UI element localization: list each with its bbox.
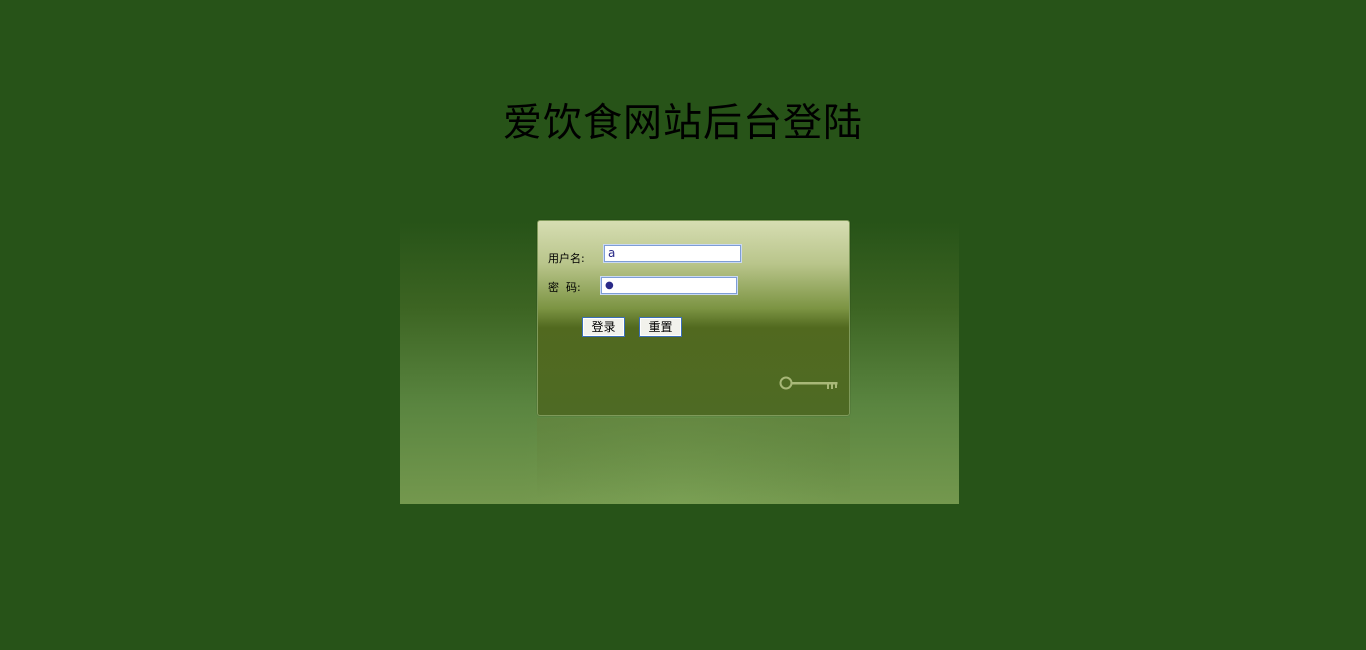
password-label: 密 码: [548, 281, 581, 294]
username-label: 用户名: [548, 252, 585, 265]
login-page: 爱饮食网站后台登陆 用户名: a 密 码: ● 登录 重置 [0, 0, 1366, 650]
page-title: 爱饮食网站后台登陆 [502, 101, 863, 146]
password-input[interactable]: ● [600, 276, 738, 295]
username-input[interactable]: a [603, 244, 742, 263]
panel-reflection [537, 418, 850, 498]
username-row: 用户名: [548, 248, 585, 268]
password-row: 密 码: [548, 277, 581, 297]
key-icon [779, 376, 838, 390]
login-button[interactable]: 登录 [582, 317, 625, 337]
reset-button[interactable]: 重置 [639, 317, 682, 337]
